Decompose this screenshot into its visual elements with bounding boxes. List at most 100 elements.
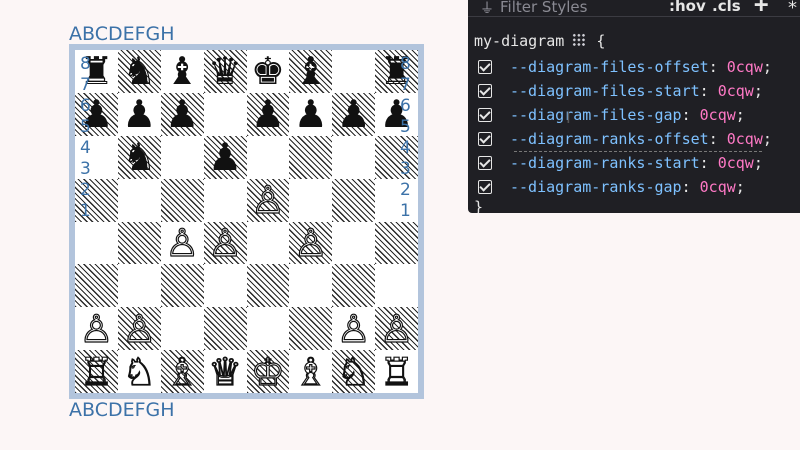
black-piece-icon: ♟: [165, 92, 200, 137]
board-square: [160, 264, 204, 308]
board-square: [375, 264, 418, 308]
semicolon: ;: [753, 154, 763, 172]
chess-board: ♜ ♞ ♝ ♛ ♚ ♝ ♜ ♟ ♟ ♟ ♟ ♟ ♟ ♟ ♞ ♟ ♙ ♙ ♙ ♙ ♙ ♙ ♙ ♙ ♖ ♘ ♗ ♕ ♔ ♗ ♘ ♖: [75, 50, 418, 393]
semicolon: ;: [762, 58, 772, 76]
semicolon: ;: [762, 130, 772, 148]
white-piece-icon: ♙: [250, 178, 285, 223]
files-labels-top: ABCDEFGH: [69, 23, 175, 45]
colon: :: [681, 178, 700, 196]
board-square: ♘: [117, 350, 161, 393]
colon: :: [699, 82, 718, 100]
board-square: ♙: [332, 306, 376, 351]
board-square: [289, 307, 333, 351]
board-square: [246, 135, 290, 179]
board-square: ♟: [289, 92, 333, 136]
board-square: ♚: [246, 49, 290, 94]
board-square: [246, 307, 290, 351]
property-value[interactable]: 0cqw: [718, 82, 754, 100]
css-declaration: --diagram-files-offset: 0cqw;: [478, 56, 772, 78]
board-square: ♙: [375, 306, 418, 351]
board-square: ♟: [375, 92, 418, 137]
devtools-styles-panel: ⏚ Filter Styles :hov .cls + ⁑ my-diagram…: [468, 0, 800, 213]
board-square: [332, 264, 376, 308]
hov-toggle-button[interactable]: :hov: [669, 0, 706, 15]
white-piece-icon: ♙: [207, 220, 243, 265]
board-square: [160, 135, 204, 179]
board-square: [117, 264, 161, 308]
board-square: [332, 135, 376, 179]
rule-selector[interactable]: my-diagram: [474, 32, 564, 50]
white-piece-icon: ♙: [379, 306, 414, 351]
board-square: ♖: [375, 350, 418, 393]
property-name[interactable]: --diagram-ranks-start: [510, 154, 700, 172]
declaration-checkbox[interactable]: [478, 108, 492, 122]
cls-toggle-button[interactable]: .cls: [712, 0, 741, 15]
white-piece-icon: ♗: [165, 349, 200, 394]
property-value[interactable]: 0cqw: [700, 178, 736, 196]
board-square: [203, 92, 247, 136]
board-square: ♔: [246, 349, 290, 394]
black-piece-icon: ♞: [122, 135, 157, 180]
white-piece-icon: ♔: [250, 349, 285, 394]
filter-icon: ⏚: [480, 1, 494, 17]
board-square: [203, 264, 247, 308]
board-square: ♘: [332, 349, 376, 394]
board-square: [117, 221, 161, 265]
css-declaration: --diagram-files-start: 0cqw;: [478, 80, 763, 102]
more-options-icon[interactable]: ⁑: [788, 0, 797, 13]
files-labels-bottom: ABCDEFGH: [69, 399, 175, 421]
board-square: [332, 178, 376, 222]
black-piece-icon: ♞: [122, 49, 157, 94]
board-square: [289, 135, 333, 179]
board-square: [160, 178, 204, 222]
board-square: ♙: [203, 220, 247, 265]
black-piece-icon: ♟: [122, 92, 157, 137]
property-name[interactable]: --diagram-files-start: [510, 82, 700, 100]
colon: :: [681, 106, 700, 124]
board-square: ♜: [375, 50, 418, 93]
board-square: ♟: [332, 92, 376, 136]
board-square: ♕: [203, 349, 247, 394]
black-piece-icon: ♟: [379, 92, 414, 137]
board-square: ♛: [203, 49, 247, 94]
property-value[interactable]: 0cqw: [727, 58, 763, 76]
colon: :: [708, 58, 727, 76]
declaration-checkbox[interactable]: [478, 132, 492, 146]
black-piece-icon: ♝: [293, 49, 328, 94]
white-piece-icon: ♙: [293, 220, 328, 265]
white-piece-icon: ♙: [336, 306, 371, 351]
property-name[interactable]: --diagram-files-gap: [510, 106, 682, 124]
open-brace: {: [596, 32, 606, 50]
board-square: ♟: [203, 135, 247, 179]
white-piece-icon: ♙: [122, 306, 157, 351]
board-square: ♖: [75, 350, 118, 393]
board-square: [375, 178, 418, 222]
declaration-checkbox[interactable]: [478, 180, 492, 194]
black-piece-icon: ♚: [250, 49, 285, 94]
filter-styles-input[interactable]: Filter Styles: [500, 0, 587, 16]
white-piece-icon: ♖: [379, 349, 414, 394]
declaration-checkbox[interactable]: [478, 60, 492, 74]
black-piece-icon: ♜: [379, 49, 414, 94]
property-name[interactable]: --diagram-files-offset: [510, 58, 709, 76]
white-piece-icon: ♘: [336, 349, 371, 394]
white-piece-icon: ♙: [165, 220, 200, 265]
property-value[interactable]: 0cqw: [718, 154, 754, 172]
property-value[interactable]: 0cqw: [727, 130, 763, 148]
board-square: ♙: [246, 178, 290, 223]
white-piece-icon: ♙: [79, 306, 114, 351]
white-piece-icon: ♕: [207, 349, 243, 394]
property-name[interactable]: --diagram-ranks-offset: [510, 130, 709, 148]
property-value[interactable]: 0cqw: [700, 106, 736, 124]
declaration-checkbox[interactable]: [478, 84, 492, 98]
declaration-checkbox[interactable]: [478, 156, 492, 170]
board-square: [75, 264, 118, 308]
board-square: [375, 221, 418, 265]
black-piece-icon: ♛: [208, 49, 243, 94]
grid-icon[interactable]: [572, 33, 587, 47]
styles-toolbar: ⏚ Filter Styles :hov .cls + ⁑: [468, 0, 800, 18]
new-style-rule-button[interactable]: +: [754, 0, 768, 18]
black-piece-icon: ♟: [250, 92, 285, 137]
property-name[interactable]: --diagram-ranks-gap: [510, 178, 682, 196]
board-square: ♜: [75, 50, 118, 93]
